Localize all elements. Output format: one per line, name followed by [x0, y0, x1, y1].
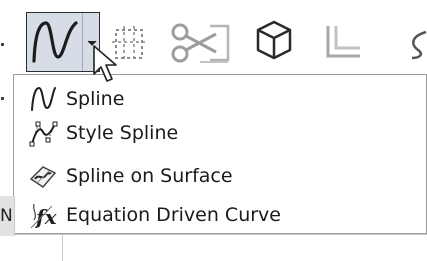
menu-item-label: Spline [66, 88, 125, 110]
style-spline-icon [29, 121, 58, 147]
spline-flyout-button[interactable] [26, 12, 100, 72]
screen: Spline Style Spline Spline on Surface fx… [0, 0, 427, 261]
dropdown-separator [82, 13, 83, 71]
panel-letter: N [0, 206, 13, 226]
spline-icon [32, 21, 78, 63]
panel-divider-vertical [62, 234, 63, 261]
menu-item-label: Spline on Surface [66, 165, 233, 187]
menu-item-spline-on-surface[interactable]: Spline on Surface [28, 159, 426, 193]
panel-divider [14, 234, 427, 235]
offset-icon[interactable] [322, 22, 362, 62]
equation-curve-icon: fx [30, 203, 58, 229]
menu-item-label: Equation Driven Curve [66, 204, 281, 226]
menu-item-label: Style Spline [66, 122, 179, 144]
toolbar-edge-marker [1, 43, 4, 46]
mouse-pointer-icon [93, 45, 117, 82]
scissors-icon[interactable] [170, 22, 232, 64]
spline-flyout-menu: Spline Style Spline Spline on Surface fx… [1, 74, 427, 234]
panel-edge-marker [1, 97, 4, 100]
cube-icon[interactable] [254, 18, 294, 62]
menu-item-equation-driven-curve[interactable]: fx Equation Driven Curve [28, 198, 426, 232]
menu-item-spline[interactable]: Spline [28, 82, 426, 116]
surface-icon-partial[interactable] [406, 28, 427, 62]
spline-on-surface-icon [29, 166, 57, 188]
svg-text:fx: fx [34, 205, 58, 229]
menu-item-style-spline[interactable]: Style Spline [28, 116, 426, 150]
sketch-toolbar [0, 0, 427, 76]
spline-icon [31, 86, 56, 111]
